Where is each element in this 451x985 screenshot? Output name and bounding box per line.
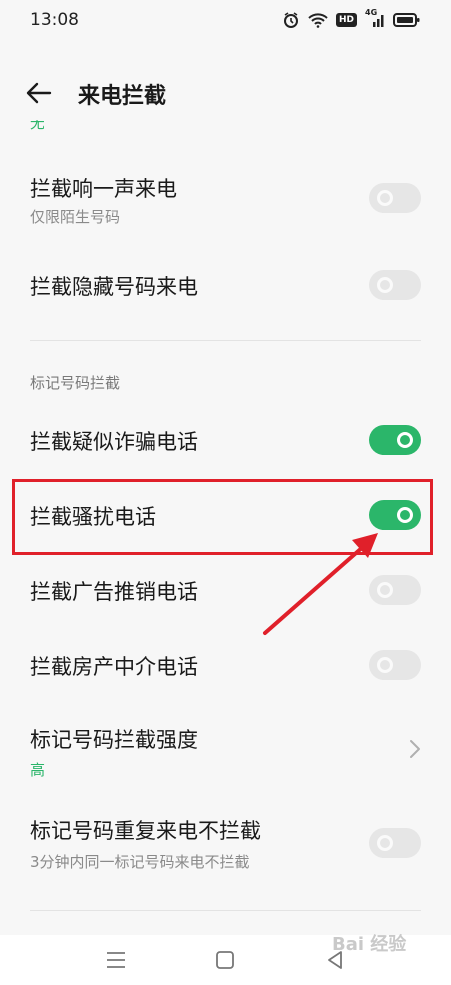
toggle-knob (397, 507, 413, 523)
signal-icon: 4G (365, 8, 385, 28)
chevron-right-icon (410, 740, 420, 758)
status-icons: HD 4G (282, 8, 421, 29)
network-label: 4G (365, 8, 378, 17)
row-label: 标记号码拦截强度 (30, 728, 198, 752)
battery-icon (393, 12, 421, 28)
row-label: 标记号码重复来电不拦截 (30, 819, 261, 843)
home-square-icon[interactable] (215, 950, 235, 970)
scrolled-value-peek: 无 (30, 120, 44, 132)
toggle-knob (377, 582, 393, 598)
menu-icon[interactable] (105, 950, 127, 970)
row-sub: 仅限陌生号码 (30, 208, 121, 226)
header: 来电拦截 (0, 62, 451, 124)
row-label: 拦截房产中介电话 (30, 655, 198, 679)
arrow-left-icon (26, 82, 52, 104)
watermark: Bai 经验 (332, 934, 407, 955)
row-block-fraud[interactable]: 拦截疑似诈骗电话 (0, 405, 451, 475)
row-label: 拦截广告推销电话 (30, 580, 198, 604)
row-block-real-estate[interactable]: 拦截房产中介电话 (0, 630, 451, 700)
page-title: 来电拦截 (78, 84, 167, 109)
toggle-harass[interactable] (369, 500, 421, 530)
row-block-repeat[interactable]: 标记号码重复来电不拦截 3分钟内同一标记号码来电不拦截 (0, 800, 451, 880)
row-sub: 3分钟内同一标记号码来电不拦截 (30, 853, 250, 871)
status-bar: 13:08 HD 4G (0, 0, 451, 40)
toggle-repeat[interactable] (369, 828, 421, 858)
toggle-knob (377, 277, 393, 293)
row-block-strength[interactable]: 标记号码拦截强度 高 (0, 710, 451, 790)
row-block-ring-once[interactable]: 拦截响一声来电 仅限陌生号码 (0, 160, 451, 240)
toggle-knob (377, 835, 393, 851)
row-label: 拦截疑似诈骗电话 (30, 430, 198, 454)
status-time: 13:08 (30, 10, 79, 30)
row-label: 拦截隐藏号码来电 (30, 275, 198, 299)
row-block-hidden-number[interactable]: 拦截隐藏号码来电 (0, 250, 451, 320)
wifi-icon (308, 12, 328, 28)
toggle-knob (377, 657, 393, 673)
back-button[interactable] (24, 80, 54, 106)
toggle-knob (397, 432, 413, 448)
toggle-ads[interactable] (369, 575, 421, 605)
toggle-ring-once[interactable] (369, 183, 421, 213)
section-title: 标记号码拦截 (30, 374, 121, 392)
hd-badge: HD (335, 13, 357, 27)
toggle-fraud[interactable] (369, 425, 421, 455)
toggle-real-estate[interactable] (369, 650, 421, 680)
divider (30, 340, 421, 341)
alarm-icon (282, 11, 300, 29)
divider (30, 910, 421, 911)
row-block-harass[interactable]: 拦截骚扰电话 (0, 482, 451, 552)
row-label: 拦截骚扰电话 (30, 505, 156, 529)
toggle-knob (377, 190, 393, 206)
toggle-hidden-number[interactable] (369, 270, 421, 300)
row-label: 拦截响一声来电 (30, 177, 177, 201)
row-block-ads[interactable]: 拦截广告推销电话 (0, 555, 451, 625)
strength-value: 高 (30, 761, 46, 779)
